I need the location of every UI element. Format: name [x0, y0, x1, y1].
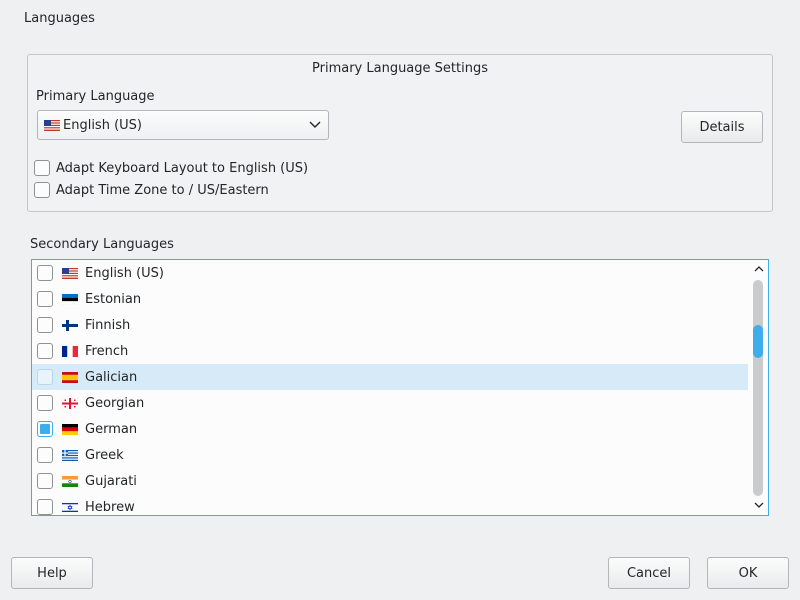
- language-checkbox[interactable]: [37, 369, 53, 385]
- adapt-timezone-label: Adapt Time Zone to / US/Eastern: [56, 182, 269, 198]
- es-flag-icon: [62, 371, 78, 383]
- language-checkbox[interactable]: [37, 499, 53, 515]
- language-checkbox[interactable]: [37, 395, 53, 411]
- language-label: Estonian: [85, 291, 142, 307]
- language-checkbox[interactable]: [37, 421, 53, 437]
- language-label: Greek: [85, 447, 124, 463]
- cancel-button[interactable]: Cancel: [608, 557, 690, 589]
- language-label: Hebrew: [85, 499, 135, 515]
- language-checkbox[interactable]: [37, 473, 53, 489]
- list-item[interactable]: English (US): [32, 260, 748, 286]
- list-item[interactable]: Hebrew: [32, 494, 748, 515]
- adapt-timezone-row[interactable]: Adapt Time Zone to / US/Eastern: [34, 182, 269, 198]
- list-item[interactable]: Galician: [32, 364, 748, 390]
- list-item[interactable]: Georgian: [32, 390, 748, 416]
- list-item[interactable]: French: [32, 338, 748, 364]
- language-checkbox[interactable]: [37, 291, 53, 307]
- language-label: Galician: [85, 369, 138, 385]
- primary-language-label: Primary Language: [36, 89, 155, 104]
- primary-language-value: English (US): [63, 117, 142, 133]
- us-flag-icon: [62, 267, 78, 279]
- help-button[interactable]: Help: [11, 557, 93, 589]
- fi-flag-icon: [62, 319, 78, 331]
- list-item[interactable]: Greek: [32, 442, 748, 468]
- adapt-keyboard-label: Adapt Keyboard Layout to English (US): [56, 160, 309, 176]
- list-item[interactable]: Estonian: [32, 286, 748, 312]
- language-checkbox[interactable]: [37, 265, 53, 281]
- language-label: Finnish: [85, 317, 131, 333]
- primary-language-combobox[interactable]: English (US): [37, 110, 329, 140]
- language-checkbox[interactable]: [37, 317, 53, 333]
- ee-flag-icon: [62, 293, 78, 305]
- language-label: German: [85, 421, 138, 437]
- adapt-keyboard-checkbox[interactable]: [34, 160, 50, 176]
- scroll-down-icon[interactable]: [752, 498, 766, 512]
- language-label: Gujarati: [85, 473, 137, 489]
- window-title: Languages: [24, 11, 95, 26]
- language-label: English (US): [85, 265, 164, 281]
- list-item[interactable]: Finnish: [32, 312, 748, 338]
- chevron-down-icon: [309, 121, 321, 128]
- gr-flag-icon: [62, 449, 78, 461]
- details-button[interactable]: Details: [681, 111, 763, 143]
- de-flag-icon: [62, 423, 78, 435]
- language-checkbox[interactable]: [37, 343, 53, 359]
- ok-button[interactable]: OK: [707, 557, 789, 589]
- list-item[interactable]: Gujarati: [32, 468, 748, 494]
- adapt-timezone-checkbox[interactable]: [34, 182, 50, 198]
- il-flag-icon: [62, 501, 78, 513]
- primary-language-group: Primary Language Settings Primary Langua…: [27, 54, 773, 212]
- list-item[interactable]: German: [32, 416, 748, 442]
- adapt-keyboard-row[interactable]: Adapt Keyboard Layout to English (US): [34, 160, 308, 176]
- scroll-up-icon[interactable]: [752, 262, 766, 276]
- scrollbar-track[interactable]: [753, 280, 763, 496]
- scrollbar-thumb[interactable]: [753, 325, 763, 358]
- in-flag-icon: [62, 475, 78, 487]
- language-label: French: [85, 343, 129, 359]
- us-flag-icon: [44, 119, 60, 131]
- ge-flag-icon: [62, 397, 78, 409]
- secondary-languages-label: Secondary Languages: [30, 237, 174, 252]
- group-title: Primary Language Settings: [312, 61, 488, 76]
- language-checkbox[interactable]: [37, 447, 53, 463]
- fr-flag-icon: [62, 345, 78, 357]
- secondary-languages-list[interactable]: English (US) Estonian Finnish French Galicia…: [31, 259, 769, 516]
- language-label: Georgian: [85, 395, 145, 411]
